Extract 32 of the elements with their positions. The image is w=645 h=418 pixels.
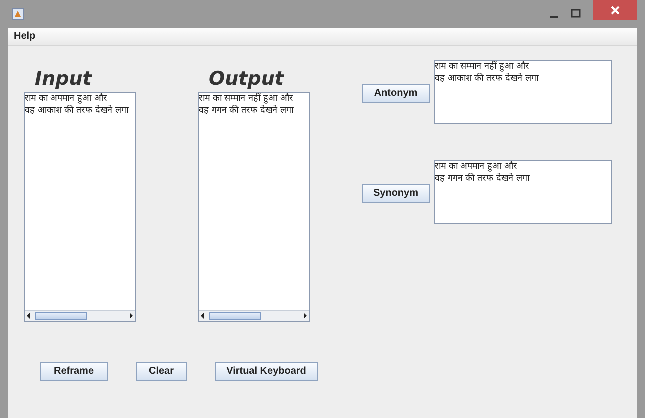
left-arrow-icon[interactable]	[25, 312, 33, 320]
scroll-thumb[interactable]	[209, 312, 261, 320]
section-title: Input	[34, 67, 94, 92]
scroll-thumb[interactable]	[35, 312, 87, 320]
text-area[interactable]: राम का अपमान हुआ और वह आकाश की तरफ देखने लगा	[24, 92, 136, 322]
text-line: राम का सम्मान नहीं हुआ और	[199, 93, 294, 105]
maximize-icon[interactable]	[571, 9, 581, 19]
right-arrow-icon[interactable]	[301, 312, 309, 320]
text-line: वह गगन की तरफ देखने लगा	[435, 173, 531, 185]
text-line: राम का सम्मान नहीं हुआ और	[435, 61, 530, 73]
text-area[interactable]: राम का सम्मान नहीं हुआ और वह गगन की तरफ देखने लगा	[198, 92, 310, 322]
menu-item[interactable]: Help	[14, 31, 36, 42]
text-line: राम का अपमान हुआ और	[25, 93, 108, 105]
text-line: राम का अपमान हुआ और	[435, 161, 518, 173]
app-icon	[12, 8, 24, 20]
horizontal-scrollbar[interactable]	[25, 310, 135, 321]
section-title: Output	[208, 67, 286, 92]
text-line: वह गगन की तरफ देखने लगा	[199, 105, 295, 117]
text-line: वह आकाश की तरफ देखने लगा	[25, 105, 130, 117]
action-button[interactable]: Synonym	[362, 184, 430, 203]
text-area[interactable]: राम का सम्मान नहीं हुआ और वह आकाश की तरफ देखने लगा	[434, 60, 612, 124]
close-button[interactable]	[593, 0, 637, 20]
text-line: वह आकाश की तरफ देखने लगा	[435, 73, 540, 85]
action-button[interactable]: Antonym	[362, 84, 430, 103]
close-icon	[610, 6, 620, 14]
action-button[interactable]: Clear	[136, 362, 187, 381]
left-arrow-icon[interactable]	[199, 312, 207, 320]
action-button[interactable]: Reframe	[40, 362, 108, 381]
right-arrow-icon[interactable]	[127, 312, 135, 320]
text-area[interactable]: राम का अपमान हुआ और वह गगन की तरफ देखने लगा	[434, 160, 612, 224]
action-button[interactable]: Virtual Keyboard	[215, 362, 318, 381]
horizontal-scrollbar[interactable]	[199, 310, 309, 321]
